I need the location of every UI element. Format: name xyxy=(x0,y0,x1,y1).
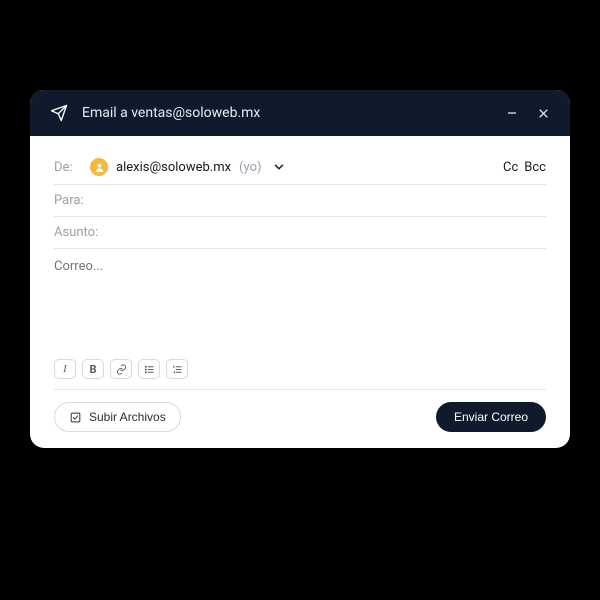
send-email-button[interactable]: Enviar Correo xyxy=(436,402,546,432)
from-hint: (yo) xyxy=(239,160,261,175)
to-label: Para: xyxy=(54,193,84,208)
to-row: Para: xyxy=(54,185,546,217)
window-header: Email a ventas@soloweb.mx xyxy=(30,90,570,136)
send-icon xyxy=(50,104,68,122)
numbered-list-button[interactable] xyxy=(166,359,188,379)
from-email: alexis@soloweb.mx xyxy=(116,160,231,175)
window-title: Email a ventas@soloweb.mx xyxy=(82,105,491,121)
bcc-toggle[interactable]: Bcc xyxy=(524,160,546,175)
upload-files-label: Subir Archivos xyxy=(89,410,166,424)
to-input[interactable] xyxy=(92,193,546,208)
subject-input[interactable] xyxy=(110,225,546,240)
italic-button[interactable]: I xyxy=(54,359,76,379)
from-label: De: xyxy=(54,160,82,175)
close-button[interactable] xyxy=(537,107,550,120)
compose-body: De: alexis@soloweb.mx (yo) Cc Bcc Para: … xyxy=(30,136,570,448)
avatar xyxy=(90,158,108,176)
upload-icon xyxy=(69,411,82,424)
cc-toggle[interactable]: Cc xyxy=(503,160,518,175)
bold-button[interactable]: B xyxy=(82,359,104,379)
chevron-down-icon[interactable] xyxy=(272,160,286,174)
bullet-list-button[interactable] xyxy=(138,359,160,379)
upload-files-button[interactable]: Subir Archivos xyxy=(54,402,181,432)
cc-bcc-controls: Cc Bcc xyxy=(503,160,546,175)
subject-label: Asunto: xyxy=(54,225,102,240)
compose-email-window: Email a ventas@soloweb.mx De: alexis@sol… xyxy=(30,90,570,448)
message-input[interactable] xyxy=(54,249,546,349)
format-toolbar: I B xyxy=(54,353,546,390)
from-row: De: alexis@soloweb.mx (yo) Cc Bcc xyxy=(54,154,546,185)
footer: Subir Archivos Enviar Correo xyxy=(54,390,546,432)
window-controls xyxy=(505,106,550,120)
link-button[interactable] xyxy=(110,359,132,379)
minimize-button[interactable] xyxy=(505,106,519,120)
subject-row: Asunto: xyxy=(54,217,546,249)
